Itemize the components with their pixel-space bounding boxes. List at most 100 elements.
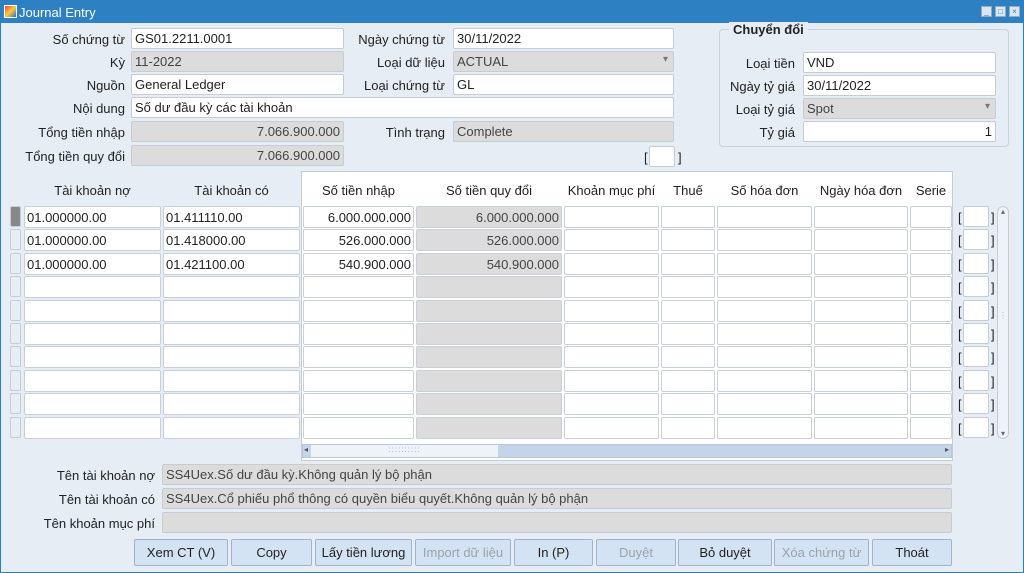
cell-ngay-hoa-don[interactable] <box>814 300 908 322</box>
vertical-scrollbar[interactable]: ▴ ⋮ ▾ <box>997 206 1009 439</box>
minimize-icon[interactable]: _ <box>981 6 992 17</box>
row-indicator[interactable] <box>10 417 21 438</box>
cell-tai-khoan-co[interactable] <box>163 417 300 439</box>
cell-so-tien-nhap[interactable] <box>303 393 414 415</box>
thoat-button[interactable]: Thoát <box>872 539 952 566</box>
scroll-right-icon[interactable]: ▸ <box>945 445 949 454</box>
cell-tai-khoan-no[interactable] <box>24 323 161 345</box>
noi-dung-field[interactable]: Số dư đầu kỳ các tài khoản <box>131 97 674 118</box>
in-button[interactable]: In (P) <box>514 539 593 566</box>
cell-ngay-hoa-don[interactable] <box>814 229 908 251</box>
cell-tai-khoan-co[interactable] <box>163 323 300 345</box>
cell-so-hoa-don[interactable] <box>717 253 812 275</box>
duyet-button[interactable]: Duyệt <box>596 539 676 566</box>
cell-serie[interactable] <box>910 323 952 345</box>
row-checkbox[interactable] <box>963 323 989 344</box>
row-indicator[interactable] <box>10 300 21 321</box>
row-indicator[interactable] <box>10 206 21 227</box>
cell-thue[interactable] <box>661 417 715 439</box>
cell-so-hoa-don[interactable] <box>717 417 812 439</box>
row-indicator[interactable] <box>10 229 21 250</box>
cell-thue[interactable] <box>661 370 715 392</box>
cell-so-hoa-don[interactable] <box>717 229 812 251</box>
loai-chung-tu-field[interactable]: GL <box>453 74 674 95</box>
cell-thue[interactable] <box>661 206 715 228</box>
row-checkbox[interactable] <box>963 253 989 274</box>
cell-thue[interactable] <box>661 253 715 275</box>
scrollbar-thumb[interactable]: :::::::::: <box>311 445 498 457</box>
scrollbar-grip[interactable]: ⋮ <box>998 311 1008 320</box>
cell-so-tien-nhap[interactable]: 6.000.000.000 <box>303 206 414 228</box>
row-checkbox[interactable] <box>963 206 989 227</box>
lay-tien-luong-button[interactable]: Lấy tiền lương <box>315 539 412 566</box>
cell-khoan-muc-phi[interactable] <box>564 346 659 368</box>
cell-serie[interactable] <box>910 253 952 275</box>
cell-tai-khoan-no[interactable] <box>24 370 161 392</box>
cell-tai-khoan-no[interactable]: 01.000000.00 <box>24 253 161 275</box>
cell-ngay-hoa-don[interactable] <box>814 276 908 298</box>
row-checkbox[interactable] <box>963 276 989 297</box>
copy-button[interactable]: Copy <box>231 539 312 566</box>
scroll-down-icon[interactable]: ▾ <box>998 429 1008 438</box>
cell-so-tien-nhap[interactable] <box>303 417 414 439</box>
cell-so-tien-nhap[interactable] <box>303 323 414 345</box>
cell-tai-khoan-co[interactable]: 01.411110.00 <box>163 206 300 228</box>
cell-ngay-hoa-don[interactable] <box>814 346 908 368</box>
row-checkbox[interactable] <box>963 393 989 414</box>
cell-tai-khoan-co[interactable] <box>163 370 300 392</box>
cell-serie[interactable] <box>910 393 952 415</box>
cell-serie[interactable] <box>910 346 952 368</box>
cell-serie[interactable] <box>910 229 952 251</box>
maximize-icon[interactable]: □ <box>995 6 1006 17</box>
cell-tai-khoan-no[interactable] <box>24 276 161 298</box>
cell-khoan-muc-phi[interactable] <box>564 276 659 298</box>
cell-thue[interactable] <box>661 393 715 415</box>
scroll-left-icon[interactable]: ◂ <box>304 445 308 454</box>
cell-ngay-hoa-don[interactable] <box>814 323 908 345</box>
cell-thue[interactable] <box>661 276 715 298</box>
loai-tien-field[interactable]: VND <box>803 52 996 73</box>
cell-ngay-hoa-don[interactable] <box>814 370 908 392</box>
cell-khoan-muc-phi[interactable] <box>564 206 659 228</box>
row-indicator[interactable] <box>10 276 21 297</box>
row-indicator[interactable] <box>10 346 21 367</box>
cell-khoan-muc-phi[interactable] <box>564 253 659 275</box>
cell-so-hoa-don[interactable] <box>717 370 812 392</box>
row-checkbox[interactable] <box>963 300 989 321</box>
cell-thue[interactable] <box>661 300 715 322</box>
row-checkbox[interactable] <box>963 346 989 367</box>
scroll-up-icon[interactable]: ▴ <box>998 207 1008 216</box>
bo-duyet-button[interactable]: Bỏ duyệt <box>678 539 772 566</box>
cell-tai-khoan-co[interactable]: 01.418000.00 <box>163 229 300 251</box>
cell-tai-khoan-no[interactable]: 01.000000.00 <box>24 206 161 228</box>
xem-ct-button[interactable]: Xem CT (V) <box>134 539 228 566</box>
cell-serie[interactable] <box>910 206 952 228</box>
loai-du-lieu-select[interactable]: ACTUAL <box>453 51 674 72</box>
cell-so-hoa-don[interactable] <box>717 323 812 345</box>
cell-so-hoa-don[interactable] <box>717 276 812 298</box>
loai-ty-gia-select[interactable]: Spot <box>803 98 996 119</box>
row-checkbox[interactable] <box>963 370 989 391</box>
cell-tai-khoan-no[interactable] <box>24 300 161 322</box>
cell-ngay-hoa-don[interactable] <box>814 417 908 439</box>
ty-gia-field[interactable]: 1 <box>803 121 996 142</box>
cell-tai-khoan-no[interactable] <box>24 346 161 368</box>
close-icon[interactable]: × <box>1009 6 1020 17</box>
cell-ngay-hoa-don[interactable] <box>814 393 908 415</box>
cell-so-tien-nhap[interactable] <box>303 346 414 368</box>
cell-thue[interactable] <box>661 323 715 345</box>
cell-tai-khoan-co[interactable] <box>163 393 300 415</box>
cell-khoan-muc-phi[interactable] <box>564 393 659 415</box>
cell-tai-khoan-no[interactable]: 01.000000.00 <box>24 229 161 251</box>
cell-tai-khoan-no[interactable] <box>24 393 161 415</box>
import-du-lieu-button[interactable]: Import dữ liệu <box>415 539 511 566</box>
cell-so-tien-nhap[interactable]: 526.000.000 <box>303 229 414 251</box>
cell-serie[interactable] <box>910 300 952 322</box>
row-indicator[interactable] <box>10 253 21 274</box>
row-checkbox[interactable] <box>963 417 989 438</box>
cell-so-hoa-don[interactable] <box>717 206 812 228</box>
header-checkbox[interactable] <box>649 146 675 167</box>
ngay-chung-tu-field[interactable]: 30/11/2022 <box>453 28 674 49</box>
cell-khoan-muc-phi[interactable] <box>564 370 659 392</box>
cell-so-tien-nhap[interactable]: 540.900.000 <box>303 253 414 275</box>
